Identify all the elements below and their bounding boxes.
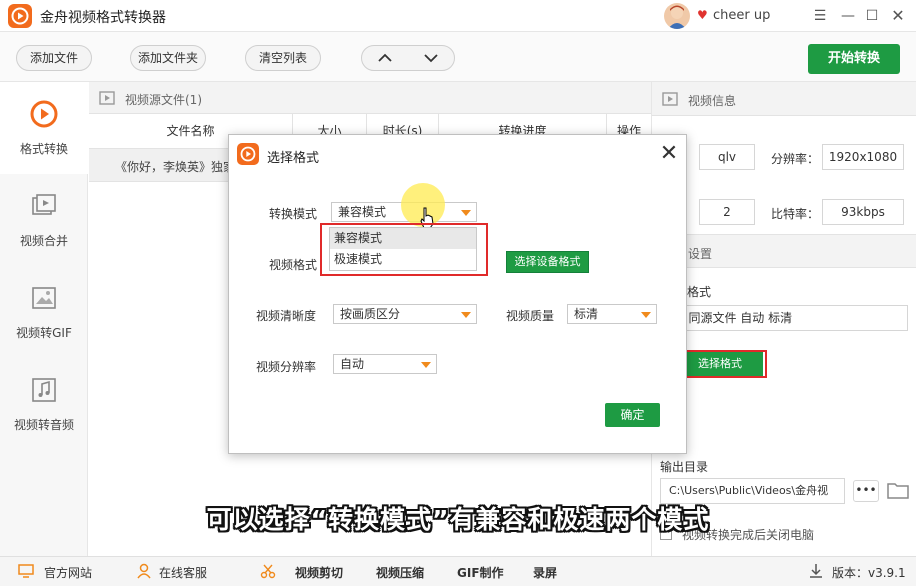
dropdown-arrow-icon — [641, 312, 651, 318]
add-file-button[interactable]: 添加文件 — [16, 45, 92, 71]
dropdown-arrow-icon — [461, 210, 471, 216]
resolution-select-value: 自动 — [340, 357, 365, 371]
file-name: 《你好，李焕英》独家 — [115, 160, 236, 174]
close-icon[interactable]: ✕ — [888, 6, 908, 26]
ok-button[interactable]: 确定 — [605, 403, 660, 427]
quality-select[interactable]: 标清 — [567, 304, 657, 324]
select-device-format-button[interactable]: 选择设备格式 — [506, 251, 589, 273]
start-convert-button[interactable]: 开始转换 — [808, 44, 900, 74]
bitrate-value-box: 93kbps — [822, 199, 904, 225]
video-merge-icon — [30, 192, 58, 220]
scissors-icon — [260, 564, 276, 579]
sidebar-item-video-to-audio[interactable]: 视频转音频 — [0, 358, 88, 450]
dropdown-highlight-box — [320, 223, 488, 276]
quality-label: 视频质量 — [506, 309, 555, 323]
dialog-logo-icon — [237, 143, 259, 165]
app-title: 金舟视频格式转换器 — [40, 10, 166, 26]
version-label: 版本：v3.9.1 — [832, 566, 906, 580]
music-note-icon — [30, 376, 58, 404]
move-down-button[interactable] — [416, 50, 446, 69]
mode-select-value: 兼容模式 — [338, 205, 387, 219]
quality-select-value: 标清 — [574, 307, 599, 321]
dropdown-arrow-icon — [461, 312, 471, 318]
sidebar-item-label: 视频转音频 — [13, 418, 74, 432]
output-format-field[interactable]: 4 同源文件 自动 标清 — [660, 305, 908, 331]
resolution-value-box: 1920x1080 — [822, 144, 904, 170]
video-cut-link[interactable]: 视频剪切 — [295, 564, 343, 581]
monitor-icon — [18, 564, 34, 578]
menu-icon[interactable]: ☰ — [810, 6, 830, 26]
folder-icon[interactable] — [887, 481, 909, 499]
sidebar-item-label: 格式转换 — [19, 142, 68, 156]
online-support-link[interactable]: 在线客服 — [159, 564, 207, 581]
person-icon — [137, 563, 151, 579]
user-name[interactable]: cheer up — [713, 8, 770, 23]
output-settings-title: 设置 — [688, 247, 713, 261]
file-panel-header: 视频源文件(1) — [89, 82, 651, 114]
video-info-icon — [662, 92, 678, 106]
dialog-title: 选择格式 — [267, 151, 320, 166]
screen-record-link[interactable]: 录屏 — [533, 564, 557, 581]
video-info-header: 视频信息 — [652, 82, 916, 116]
move-buttons — [361, 45, 455, 71]
video-file-icon — [99, 91, 115, 105]
clear-list-button[interactable]: 清空列表 — [245, 45, 321, 71]
output-format-label: 格式 — [687, 285, 712, 299]
sidebar: 格式转换 视频合并 视频转GIF 视频转音频 — [0, 82, 88, 556]
title-bar: 金舟视频格式转换器 ♥ cheer up ☰ — ☐ ✕ — [0, 0, 916, 32]
video-info-title: 视频信息 — [688, 94, 737, 108]
video-format-label: 视频格式 — [269, 258, 318, 272]
add-folder-button[interactable]: 添加文件夹 — [130, 45, 206, 71]
maximize-icon[interactable]: ☐ — [862, 6, 882, 26]
output-settings-header: 设置 — [652, 234, 916, 268]
gif-make-link[interactable]: GIF制作 — [457, 564, 504, 581]
sidebar-item-video-merge[interactable]: 视频合并 — [0, 174, 88, 266]
sidebar-item-label: 视频合并 — [19, 234, 68, 248]
clarity-select[interactable]: 按画质区分 — [333, 304, 477, 324]
dropdown-arrow-icon — [421, 362, 431, 368]
clarity-label: 视频清晰度 — [256, 309, 317, 323]
resolution-label: 视频分辨率 — [256, 360, 317, 374]
browse-more-button[interactable]: ••• — [853, 480, 879, 502]
app-logo-icon — [8, 4, 32, 28]
user-avatar[interactable] — [664, 3, 690, 29]
vip-heart-icon: ♥ — [697, 8, 708, 22]
image-icon — [30, 284, 58, 312]
resolution-select[interactable]: 自动 — [333, 354, 437, 374]
bitrate-label: 比特率： — [771, 207, 820, 221]
mode-label: 转换模式 — [269, 207, 318, 221]
output-dir-label: 输出目录 — [660, 460, 709, 474]
select-format-dialog: 选择格式 ✕ 转换模式 兼容模式 视频格式 兼容模式 极速模式 选择设备格式 视… — [228, 134, 687, 454]
sidebar-item-format-convert[interactable]: 格式转换 — [0, 82, 88, 174]
sidebar-item-label: 视频转GIF — [16, 326, 72, 340]
play-circle-icon — [30, 100, 58, 128]
format-value-box: qlv — [699, 144, 755, 170]
video-compress-link[interactable]: 视频压缩 — [376, 564, 424, 581]
highlight-box — [676, 350, 767, 378]
download-icon — [810, 564, 822, 578]
clarity-select-value: 按画质区分 — [340, 307, 401, 321]
minimize-icon[interactable]: — — [838, 6, 858, 26]
bottom-bar: 官方网站 在线客服 视频剪切 视频压缩 GIF制作 录屏 版本：v3.9.1 — [0, 556, 916, 586]
file-panel-title: 视频源文件(1) — [125, 93, 202, 107]
move-up-button[interactable] — [370, 50, 400, 69]
resolution-label: 分辨率： — [771, 152, 820, 166]
official-site-link[interactable]: 官方网站 — [44, 564, 92, 581]
video-subtitle: 可以选择“转换模式”有兼容和极速两个模式 — [206, 505, 710, 534]
channels-value-box: 2 — [699, 199, 755, 225]
sidebar-item-video-to-gif[interactable]: 视频转GIF — [0, 266, 88, 358]
dialog-close-icon[interactable]: ✕ — [657, 141, 681, 166]
toolbar: 添加文件 添加文件夹 清空列表 开始转换 — [0, 32, 916, 82]
